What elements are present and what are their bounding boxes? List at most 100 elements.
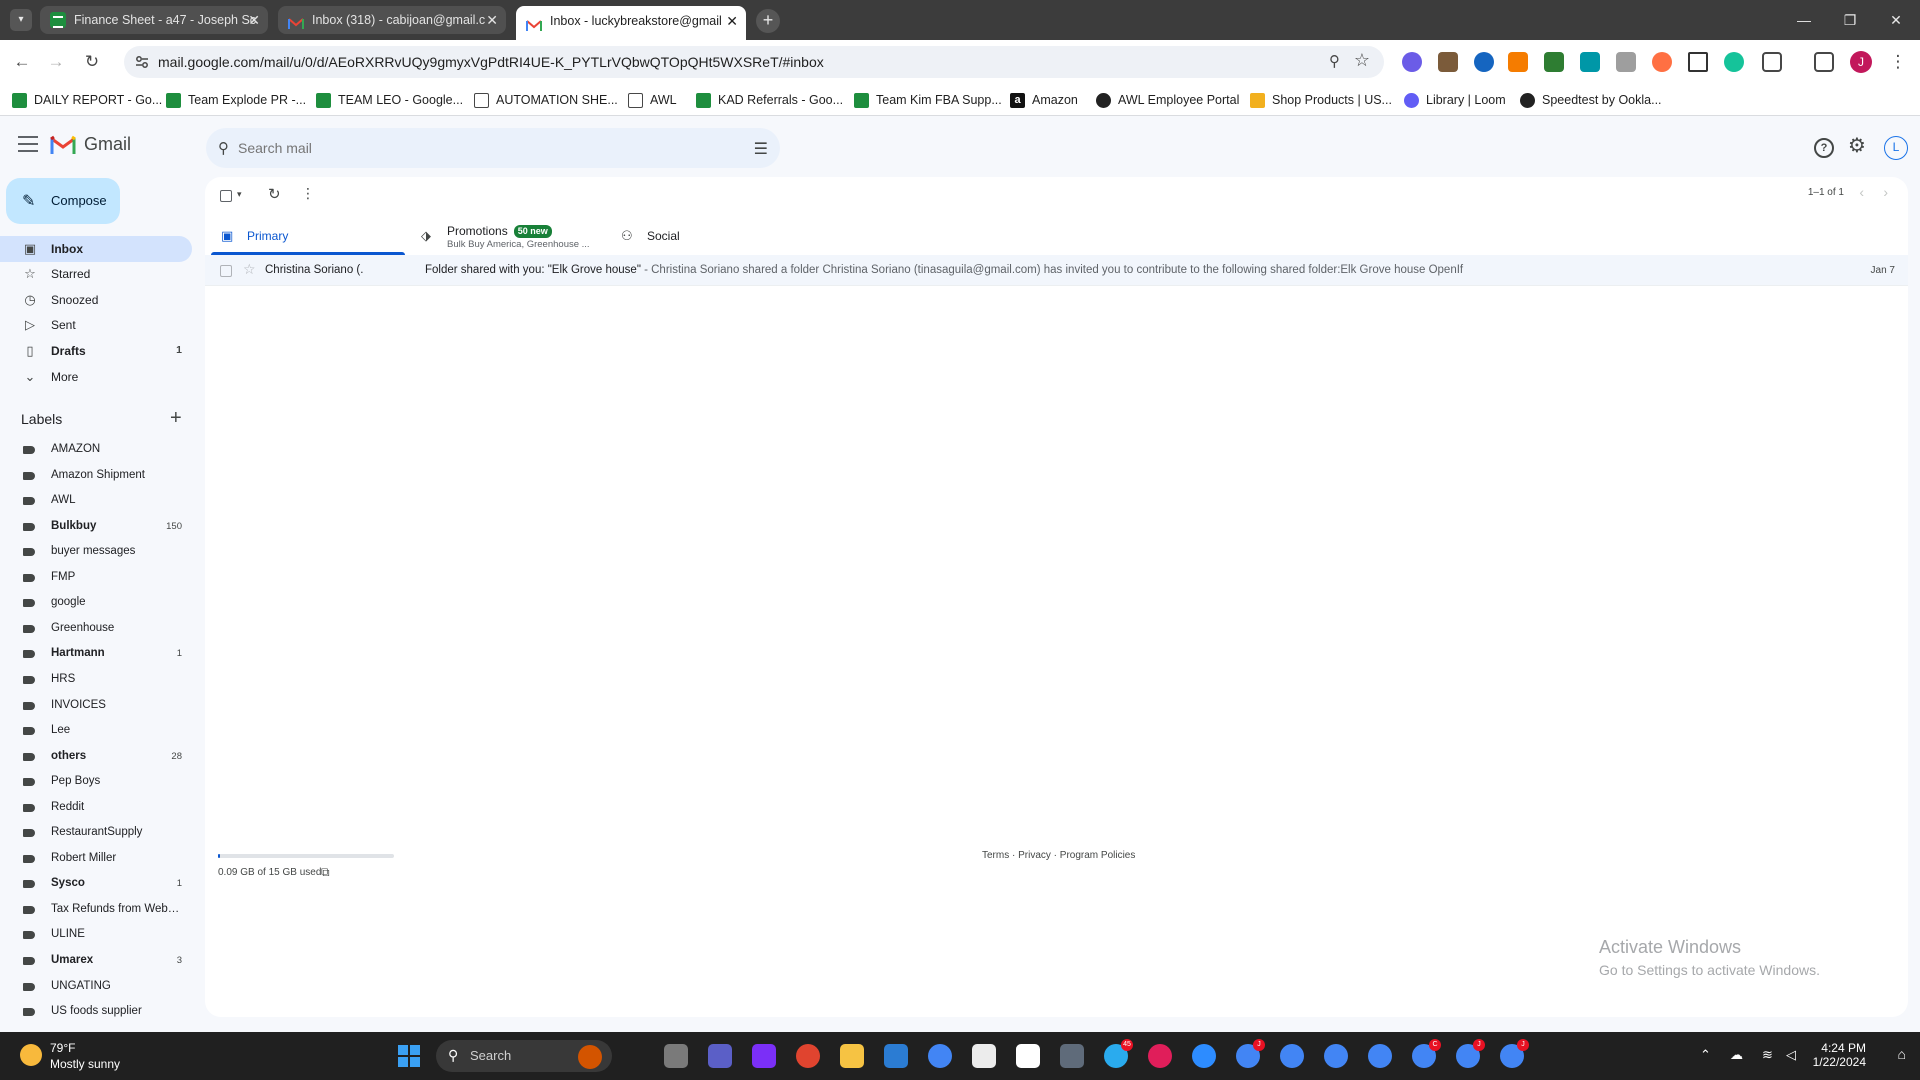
extension-icon[interactable] xyxy=(1580,52,1600,72)
more-options-icon[interactable]: ⋮ xyxy=(301,185,315,202)
calendar-icon[interactable] xyxy=(884,1044,908,1068)
reload-button[interactable]: ↻ xyxy=(78,48,106,76)
label-item[interactable]: US foods supplier xyxy=(0,999,192,1025)
extension-icon[interactable] xyxy=(1652,52,1672,72)
search-icon[interactable]: ⚲ xyxy=(218,139,229,157)
close-window-button[interactable]: ✕ xyxy=(1874,0,1918,40)
label-item[interactable]: Tax Refunds from Webst... xyxy=(0,897,192,923)
browser-menu-button[interactable]: ⋮ xyxy=(1884,48,1912,76)
close-tab-icon[interactable]: ✕ xyxy=(248,6,260,34)
label-item[interactable]: buyer messages xyxy=(0,539,192,565)
chrome-profile-icon[interactable] xyxy=(1280,1044,1304,1068)
back-button[interactable]: ← xyxy=(8,48,36,76)
footer-links[interactable]: Terms · Privacy · Program Policies xyxy=(982,850,1135,861)
bookmark-amazon[interactable]: a Amazon xyxy=(1010,84,1078,116)
label-item[interactable]: Umarex 3 xyxy=(0,948,192,974)
tab-search-button[interactable]: ▾ xyxy=(10,9,32,31)
label-item[interactable]: Amazon Shipment xyxy=(0,463,192,489)
settings-gear-icon[interactable]: ⚙ xyxy=(1848,133,1866,158)
extension-icon[interactable] xyxy=(1616,52,1636,72)
extensions-puzzle-icon[interactable] xyxy=(1762,52,1782,72)
browser-tab-inbox-cabijoan[interactable]: Inbox (318) - cabijoan@gmail.c ✕ xyxy=(278,6,506,34)
bookmark-team-explode[interactable]: Team Explode PR -... xyxy=(166,84,306,116)
search-options-icon[interactable]: ☰ xyxy=(754,139,768,159)
extension-off-icon[interactable] xyxy=(1438,52,1458,72)
label-item[interactable]: Pep Boys xyxy=(0,769,192,795)
file-explorer-icon[interactable] xyxy=(840,1044,864,1068)
stocks-icon[interactable] xyxy=(972,1044,996,1068)
browser-tab-inbox-luckybreak[interactable]: Inbox - luckybreakstore@gmail ✕ xyxy=(516,6,746,40)
label-item[interactable]: UNGATING xyxy=(0,974,192,1000)
zoom-icon[interactable] xyxy=(1192,1044,1216,1068)
account-avatar[interactable]: L xyxy=(1884,136,1908,160)
volume-icon[interactable]: ◁ xyxy=(1786,1047,1796,1063)
nav-starred[interactable]: ☆ Starred xyxy=(0,261,192,287)
calculator-icon[interactable] xyxy=(1060,1044,1084,1068)
chrome-profile-icon[interactable] xyxy=(1368,1044,1392,1068)
label-item[interactable]: others 28 xyxy=(0,744,192,770)
help-icon[interactable]: ? xyxy=(1814,138,1834,158)
bookmark-speedtest[interactable]: Speedtest by Ookla... xyxy=(1520,84,1662,116)
bookmark-daily-report[interactable]: DAILY REPORT - Go... xyxy=(12,84,162,116)
bookmark-awl[interactable]: AWL xyxy=(628,84,677,116)
notification-bell-icon[interactable]: ⌂ xyxy=(1898,1046,1906,1062)
site-info-icon[interactable] xyxy=(134,54,150,70)
tab-primary[interactable]: ▣ Primary xyxy=(211,217,409,255)
close-tab-icon[interactable]: ✕ xyxy=(726,6,738,36)
nav-drafts[interactable]: ▯ Drafts 1 xyxy=(0,338,192,364)
bookmark-team-leo[interactable]: TEAM LEO - Google... xyxy=(316,84,463,116)
label-item[interactable]: Bulkbuy 150 xyxy=(0,514,192,540)
minimize-window-button[interactable]: — xyxy=(1782,0,1826,40)
chrome-icon[interactable] xyxy=(928,1044,952,1068)
chrome-profile-icon[interactable]: J xyxy=(1500,1039,1529,1068)
bookmark-star-icon[interactable]: ☆ xyxy=(1354,50,1370,71)
bookmark-awl-employee-portal[interactable]: AWL Employee Portal xyxy=(1096,84,1239,116)
refresh-icon[interactable]: ↻ xyxy=(268,185,281,203)
label-item[interactable]: Sysco 1 xyxy=(0,871,192,897)
label-item[interactable]: AMAZON xyxy=(0,437,192,463)
taskbar-search[interactable]: ⚲ Search xyxy=(436,1040,612,1072)
weather-sun-icon[interactable] xyxy=(20,1044,42,1066)
extension-icon[interactable] xyxy=(1474,52,1494,72)
telegram-icon[interactable]: 45 xyxy=(1104,1039,1133,1068)
newer-page-icon[interactable]: ‹ xyxy=(1859,184,1864,200)
chrome-profile-icon[interactable]: J xyxy=(1236,1039,1265,1068)
label-item[interactable]: Hartmann 1 xyxy=(0,641,192,667)
side-panel-icon[interactable] xyxy=(1814,52,1834,72)
star-icon[interactable]: ☆ xyxy=(243,261,256,278)
label-item[interactable]: ULINE xyxy=(0,922,192,948)
tab-social[interactable]: ⚇ Social xyxy=(611,217,809,255)
bookmark-kad-referrals[interactable]: KAD Referrals - Goo... xyxy=(696,84,843,116)
label-item[interactable]: Greenhouse xyxy=(0,616,192,642)
bookmark-shop-products[interactable]: Shop Products | US... xyxy=(1250,84,1392,116)
nav-inbox[interactable]: ▣ Inbox xyxy=(0,236,192,262)
nav-sent[interactable]: ▷ Sent xyxy=(0,312,192,338)
email-row[interactable]: ☆ Christina Soriano (. Folder shared wit… xyxy=(205,255,1908,286)
browser-tab-finance-sheet[interactable]: Finance Sheet - a47 - Joseph Sc ✕ xyxy=(40,6,268,34)
nav-more[interactable]: ⌄ More xyxy=(0,364,192,390)
chrome-profile-icon[interactable]: C xyxy=(1412,1039,1441,1068)
chrome-profile-icon[interactable]: J xyxy=(1456,1039,1485,1068)
older-page-icon[interactable]: › xyxy=(1883,184,1888,200)
teams-icon[interactable] xyxy=(708,1044,732,1068)
new-tab-button[interactable]: + xyxy=(756,9,780,33)
extension-icon[interactable] xyxy=(1402,52,1422,72)
tab-promotions[interactable]: ⬗ Promotions 50 new Bulk Buy America, Gre… xyxy=(411,217,609,255)
system-clock[interactable]: 4:24 PM 1/22/2024 xyxy=(1813,1041,1866,1069)
select-all-checkbox[interactable] xyxy=(220,190,232,202)
email-checkbox[interactable] xyxy=(220,265,232,277)
close-tab-icon[interactable]: ✕ xyxy=(486,6,498,34)
label-item[interactable]: Robert Miller xyxy=(0,846,192,872)
label-item[interactable]: INVOICES xyxy=(0,693,192,719)
nav-snoozed[interactable]: ◷ Snoozed xyxy=(0,287,192,313)
chrome-profile-icon[interactable] xyxy=(1324,1044,1348,1068)
label-item[interactable]: RestaurantSupply xyxy=(0,820,192,846)
forward-button[interactable]: → xyxy=(42,48,70,76)
slack-icon[interactable] xyxy=(1148,1044,1172,1068)
compose-button[interactable]: ✎ Compose xyxy=(6,178,120,224)
restore-window-button[interactable]: ❐ xyxy=(1828,0,1872,40)
external-link-icon[interactable]: ⧉ xyxy=(321,865,330,880)
browser-profile-avatar[interactable]: J xyxy=(1850,51,1872,73)
create-label-icon[interactable]: + xyxy=(170,407,182,430)
bookmark-automation-sheets[interactable]: AUTOMATION SHE... xyxy=(474,84,618,116)
